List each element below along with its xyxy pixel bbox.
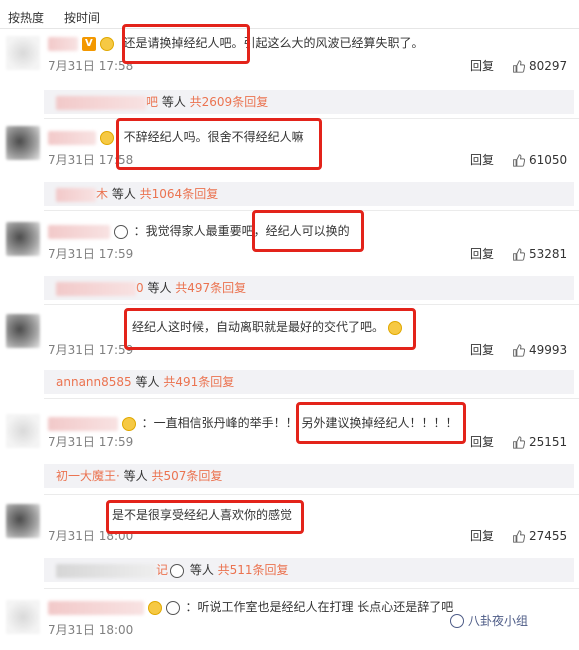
reply-button[interactable]: 回复 <box>470 434 494 450</box>
tab-time[interactable]: 按时间 <box>64 6 100 30</box>
avatar[interactable] <box>6 222 40 256</box>
username[interactable] <box>48 36 78 51</box>
comment-text: V 还是请换掉经纪人吧。引起这么大的风波已经算失职了。 <box>48 34 424 52</box>
reply-summary[interactable]: annann8585 等人 共491条回复 <box>44 370 574 394</box>
like-button[interactable]: 61050 <box>512 152 567 168</box>
username[interactable] <box>56 281 136 296</box>
avatar[interactable] <box>6 504 40 538</box>
thumbs-up-icon <box>512 153 525 167</box>
divider <box>44 398 579 399</box>
reply-summary[interactable]: 初一大魔王· 等人 共507条回复 <box>44 464 574 488</box>
panda-emoji-icon <box>170 563 185 578</box>
emoji-icon <box>99 130 114 145</box>
thumbs-up-icon <box>512 59 525 73</box>
thumbs-up-icon <box>512 247 525 261</box>
timestamp: 7月31日 17:59 <box>48 247 134 261</box>
timestamp: 7月31日 17:58 <box>48 59 134 73</box>
reply-summary[interactable]: 吧 等人 共2609条回复 <box>44 90 574 114</box>
divider <box>44 588 579 589</box>
tab-hot[interactable]: 按热度 <box>8 6 44 30</box>
reply-button[interactable]: 回复 <box>470 246 494 262</box>
like-button[interactable]: 80297 <box>512 58 567 74</box>
username[interactable] <box>48 600 144 615</box>
reply-summary[interactable]: 记 等人 共511条回复 <box>44 558 574 582</box>
comment-text: 是不是很享受经纪人喜欢你的感觉 <box>112 508 293 522</box>
divider <box>44 118 579 119</box>
divider <box>0 28 579 29</box>
thumbs-up-icon <box>512 529 525 543</box>
timestamp: 7月31日 17:59 <box>48 435 134 449</box>
reply-button[interactable]: 回复 <box>470 528 494 544</box>
reply-summary[interactable]: 木 等人 共1064条回复 <box>44 182 574 206</box>
like-button[interactable]: 49993 <box>512 342 567 358</box>
username[interactable] <box>48 130 96 145</box>
sort-tabs: 按热度 按时间 <box>8 6 100 30</box>
panda-emoji-icon <box>113 224 128 239</box>
emoji-icon <box>121 416 136 431</box>
timestamp: 7月31日 17:59 <box>48 343 134 357</box>
avatar[interactable] <box>6 126 40 160</box>
emoji-icon <box>387 320 402 335</box>
divider <box>44 494 579 495</box>
comment-text: 不辞经纪人吗。很舍不得经纪人嘛 <box>48 128 304 146</box>
timestamp: 7月31日 18:00 <box>48 623 134 637</box>
like-button[interactable]: 25151 <box>512 434 567 450</box>
thumbs-up-icon <box>512 343 525 357</box>
like-count: 25151 <box>529 435 568 449</box>
thumbs-up-icon <box>512 435 525 449</box>
watermark: 八卦夜小组 <box>450 612 528 629</box>
v-badge-icon: V <box>81 36 96 51</box>
comment-text: ：一直相信张丹峰的举手！！ 另外建议换掉经纪人！！！！ <box>48 414 457 432</box>
username[interactable] <box>56 95 146 110</box>
like-count: 53281 <box>529 247 568 261</box>
divider <box>44 210 579 211</box>
username[interactable] <box>56 563 156 578</box>
avatar[interactable] <box>6 600 40 634</box>
comment-text: 经纪人这时候，自动离职就是最好的交代了吧。 <box>48 318 402 336</box>
reply-button[interactable]: 回复 <box>470 152 494 168</box>
reply-button[interactable]: 回复 <box>470 342 494 358</box>
timestamp: 7月31日 17:58 <box>48 153 134 167</box>
username[interactable]: annann8585 <box>56 375 132 389</box>
divider <box>44 304 579 305</box>
like-button[interactable]: 53281 <box>512 246 567 262</box>
avatar[interactable] <box>6 36 40 70</box>
like-button[interactable]: 27455 <box>512 528 567 544</box>
like-count: 27455 <box>529 529 568 543</box>
username[interactable] <box>48 416 118 431</box>
timestamp: 7月31日 18:00 <box>48 529 134 543</box>
panda-emoji-icon <box>165 600 180 615</box>
like-count: 80297 <box>529 59 568 73</box>
reply-summary[interactable]: 0 等人 共497条回复 <box>44 276 574 300</box>
comment-text: ：我觉得家人最重要吧，经纪人可以换的 <box>48 222 350 240</box>
comment-text: ：听说工作室也是经纪人在打理 长点心还是辞了吧 <box>48 598 453 616</box>
reply-button[interactable]: 回复 <box>470 58 494 74</box>
emoji-icon <box>99 36 114 51</box>
like-count: 61050 <box>529 153 568 167</box>
username[interactable] <box>48 224 110 239</box>
username[interactable] <box>56 187 96 202</box>
like-count: 49993 <box>529 343 568 357</box>
avatar[interactable] <box>6 314 40 348</box>
username[interactable]: 初一大魔王· <box>56 469 120 483</box>
emoji-icon <box>147 600 162 615</box>
avatar[interactable] <box>6 414 40 448</box>
watermark-logo-icon <box>450 613 464 628</box>
